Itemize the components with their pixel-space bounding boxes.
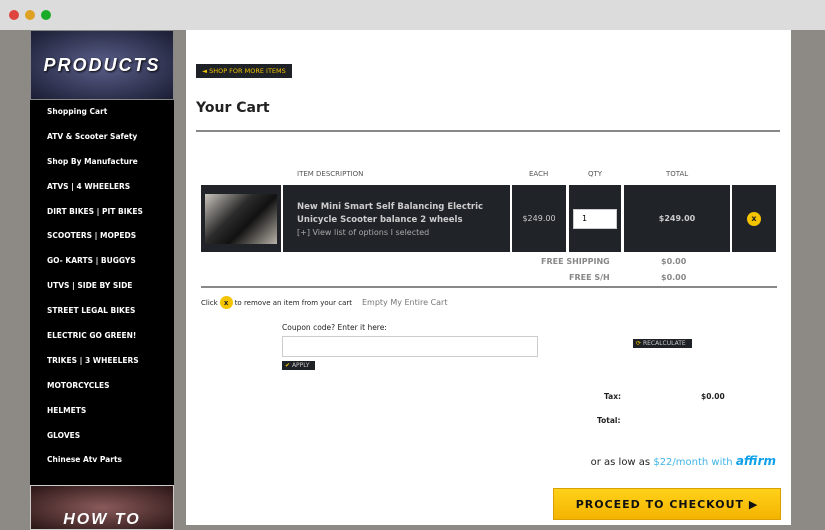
product-image[interactable] — [205, 193, 277, 244]
affirm-promo: or as low as $22/month with affirm — [591, 454, 776, 468]
line-total: $249.00 — [624, 185, 730, 252]
sidebar-item[interactable]: STREET LEGAL BIKES — [30, 299, 174, 324]
quantity-input[interactable] — [573, 208, 617, 229]
affirm-pre-text: or as low as — [590, 457, 651, 468]
apply-label: APPLY — [291, 362, 310, 369]
sh-value: $0.00 — [661, 273, 687, 282]
products-banner: PRODUCTS — [30, 30, 174, 100]
window-titlebar — [0, 0, 825, 30]
how-to-banner[interactable]: HOW TO — [30, 485, 174, 530]
apply-button[interactable]: ✔ APPLY — [282, 361, 315, 370]
view-options-link[interactable]: [+] View list of options I selected — [297, 228, 429, 237]
sidebar-item[interactable]: ELECTRIC GO GREEN! — [30, 324, 174, 349]
sh-label: FREE S/H — [569, 273, 610, 282]
sidebar-item[interactable]: DIRT BIKES | PIT BIKES — [30, 200, 174, 225]
qty-cell — [569, 185, 621, 252]
remove-hint: Click x to remove an item from your cart… — [201, 296, 447, 309]
product-thumbnail-cell — [201, 185, 281, 252]
affirm-amount-link[interactable]: $22/month with — [653, 457, 732, 468]
header-qty: QTY — [588, 170, 603, 178]
sidebar-nav: Shopping Cart ATV & Scooter Safety Shop … — [30, 100, 174, 473]
header-each: EACH — [529, 170, 549, 178]
sidebar-item[interactable]: HELMETS — [30, 399, 174, 424]
coupon-label: Coupon code? Enter it here: — [282, 323, 387, 332]
remove-item-button[interactable]: x — [747, 211, 761, 226]
header-description: ITEM DESCRIPTION — [297, 170, 364, 178]
hint-text: Click — [201, 298, 218, 307]
sidebar-item[interactable]: TRIKES | 3 WHEELERS — [30, 349, 174, 374]
sidebar-item[interactable]: Chinese Atv Parts — [30, 448, 174, 473]
recalculate-label: RECALCULATE — [642, 340, 686, 347]
shipping-label: FREE SHIPPING — [541, 257, 610, 266]
tax-value: $0.00 — [701, 392, 725, 401]
remove-cell: x — [732, 185, 776, 252]
refresh-icon: ⟳ — [636, 340, 642, 347]
sidebar-item[interactable]: ATVS | 4 WHEELERS — [30, 175, 174, 200]
header-total: TOTAL — [666, 170, 689, 178]
hint-text: to remove an item from your cart — [234, 298, 352, 307]
sidebar-item[interactable]: GLOVES — [30, 424, 174, 449]
coupon-input[interactable] — [282, 336, 538, 357]
check-icon: ✔ — [285, 362, 291, 369]
sidebar-item[interactable]: UTVS | SIDE BY SIDE — [30, 274, 174, 299]
sidebar-item[interactable]: MOTORCYCLES — [30, 374, 174, 399]
product-name[interactable]: New Mini Smart Self Balancing Electric U… — [297, 201, 510, 227]
product-description-cell: New Mini Smart Self Balancing Electric U… — [283, 185, 510, 252]
sidebar-item[interactable]: ATV & Scooter Safety — [30, 125, 174, 150]
sidebar-item[interactable]: Shop By Manufacture — [30, 150, 174, 175]
minimize-window-button[interactable] — [25, 10, 35, 20]
sidebar-item[interactable]: SCOOTERS | MOPEDS — [30, 224, 174, 249]
total-label: Total: — [597, 416, 621, 425]
divider — [201, 286, 777, 288]
recalculate-button[interactable]: ⟳ RECALCULATE — [633, 339, 692, 348]
each-price: $249.00 — [512, 185, 566, 252]
tax-label: Tax: — [604, 392, 622, 401]
sidebar-item[interactable]: GO- KARTS | BUGGYS — [30, 249, 174, 274]
remove-x-icon: x — [219, 296, 233, 309]
cart-main: ◄ SHOP FOR MORE ITEMS Your Cart ITEM DES… — [186, 30, 791, 525]
shipping-value: $0.00 — [661, 257, 687, 266]
close-window-button[interactable] — [9, 10, 19, 20]
proceed-to-checkout-button[interactable]: PROCEED TO CHECKOUT ▶ — [553, 488, 781, 520]
shop-more-button[interactable]: ◄ SHOP FOR MORE ITEMS — [196, 64, 292, 78]
divider — [196, 130, 780, 132]
sidebar-item[interactable]: Shopping Cart — [30, 100, 174, 125]
empty-cart-link[interactable]: Empty My Entire Cart — [362, 298, 448, 307]
maximize-window-button[interactable] — [41, 10, 51, 20]
affirm-logo: affirm — [735, 454, 776, 468]
sidebar: PRODUCTS Shopping Cart ATV & Scooter Saf… — [30, 30, 174, 530]
page-title: Your Cart — [196, 100, 270, 116]
